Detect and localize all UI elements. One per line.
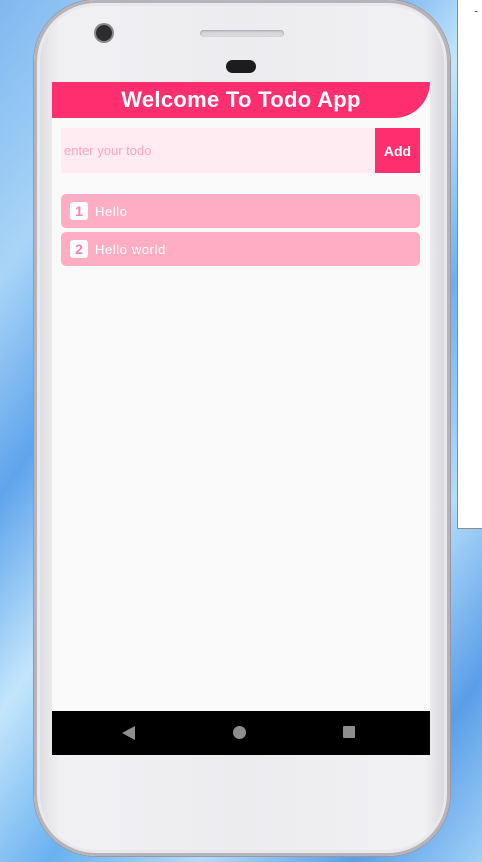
back-triangle-icon[interactable] — [122, 726, 135, 740]
app-header: Welcome To Todo App — [52, 82, 430, 118]
background-window-dash: - — [474, 4, 479, 18]
todo-item-number: 1 — [70, 202, 88, 220]
todo-input-row: Add — [61, 128, 420, 173]
add-button[interactable]: Add — [375, 128, 420, 173]
todo-item-number: 2 — [70, 240, 88, 258]
recent-square-icon[interactable] — [343, 726, 355, 738]
todo-item-text: Hello — [95, 203, 128, 219]
speaker-grill — [200, 30, 284, 37]
todo-item[interactable]: 2 Hello world — [61, 232, 420, 266]
home-circle-icon[interactable] — [233, 726, 246, 739]
todo-item[interactable]: 1 Hello — [61, 194, 420, 228]
phone-frame: Welcome To Todo App Add 1 Hello 2 Hello … — [34, 0, 450, 856]
android-nav-bar — [52, 711, 430, 755]
todo-item-text: Hello world — [95, 241, 166, 257]
todo-list: 1 Hello 2 Hello world — [61, 194, 420, 270]
phone-screen: Welcome To Todo App Add 1 Hello 2 Hello … — [52, 82, 430, 755]
proximity-sensor — [226, 60, 256, 73]
background-window: - — [457, 0, 482, 529]
front-camera-icon — [96, 25, 112, 41]
app-title: Welcome To Todo App — [121, 87, 361, 112]
todo-input[interactable] — [61, 128, 375, 173]
